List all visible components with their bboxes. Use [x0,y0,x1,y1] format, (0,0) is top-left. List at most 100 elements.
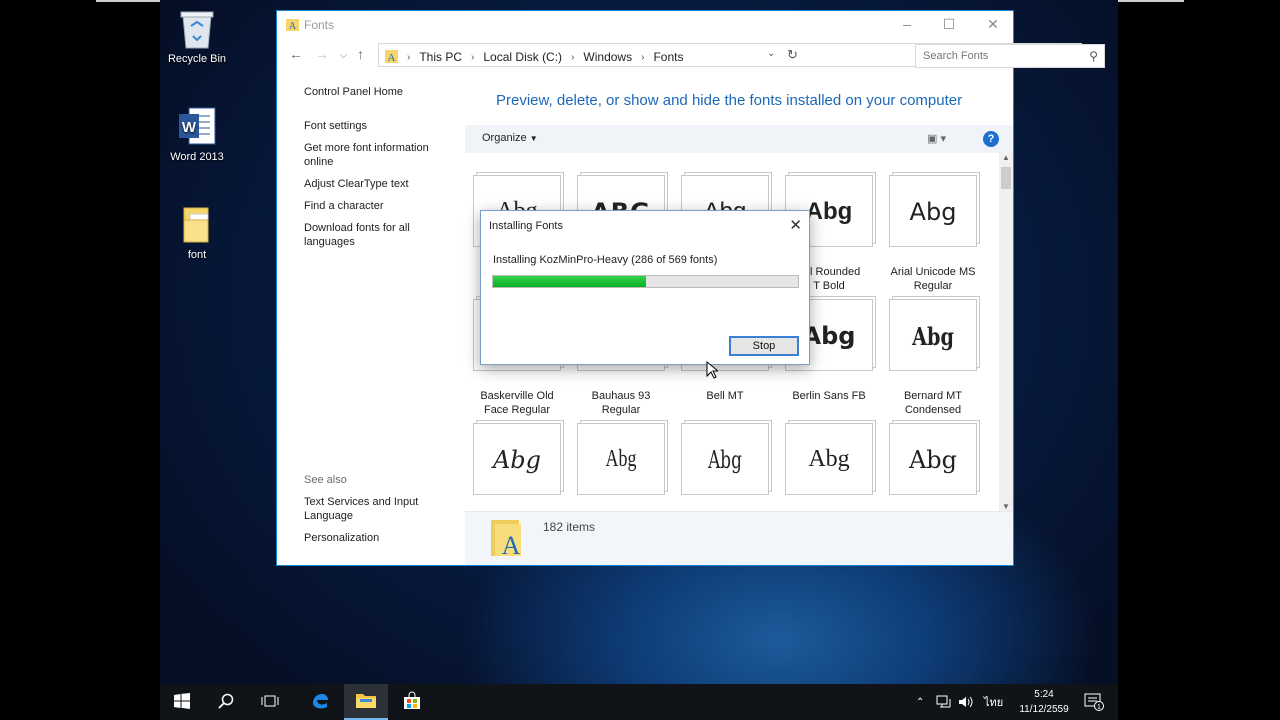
svg-text:A: A [388,52,396,63]
desktop-icon-word[interactable]: W Word 2013 [160,106,235,163]
clock-time: 5:24 [1034,689,1054,700]
forward-icon[interactable]: → [315,46,329,62]
font-tile[interactable]: Abg Arial Unicode MS Regular [881,175,985,293]
font-sample-text: Abg [708,446,742,474]
link-find-character[interactable]: Find a character [304,199,464,213]
svg-text:W: W [182,119,197,136]
link-text-services[interactable]: Text Services and Input Language [304,495,434,523]
font-sample-text: Abg [912,322,954,351]
font-preview-icon: Abg [889,423,977,495]
network-icon[interactable] [936,684,952,720]
edge-taskbar-button[interactable] [298,684,342,720]
recent-locations-icon[interactable]: ⌵ [340,50,347,61]
font-tile[interactable]: AbgBook Antiqua [777,423,881,511]
vertical-scrollbar[interactable]: ▲ ▼ [999,153,1013,511]
command-bar: Organize ▼ ▣ ▾ ? [465,125,1013,153]
show-hidden-icons[interactable]: ⌃ [916,684,924,720]
dialog-close-icon[interactable]: ✕ [789,216,802,234]
maximize-button[interactable]: ☐ [927,11,971,38]
folder-icon [356,692,376,711]
font-preview-icon: Abg [889,299,977,371]
font-sample-text: Abg [605,446,637,472]
desktop-icon-label: Word 2013 [170,151,224,163]
desktop-icon-font-folder[interactable]: font [160,204,235,261]
page-header: Preview, delete, or show and hide the fo… [496,92,963,109]
desktop-icon-recycle-bin[interactable]: Recycle Bin [160,8,235,65]
font-sample-text: Abg [909,198,957,226]
font-name: Bauhaus 93 Regular [591,390,651,416]
font-sample-text: Abg [908,446,958,474]
volume-icon[interactable] [958,684,974,720]
notification-count: 1 [1097,704,1101,711]
input-language[interactable]: ไทย [984,684,1003,720]
minimize-button[interactable]: – [885,11,929,38]
search-taskbar-button[interactable] [204,684,248,720]
refresh-icon[interactable]: ↻ [787,47,798,63]
clock[interactable]: 5:24 11/12/2559 [1012,687,1076,717]
link-get-more-font-info[interactable]: Get more font information online [304,141,444,169]
scroll-thumb[interactable] [1001,167,1011,189]
mouse-cursor-icon [706,360,720,382]
breadcrumb-local-disk[interactable]: Local Disk (C:) [483,50,562,64]
stop-button[interactable]: Stop [729,336,799,356]
link-personalization[interactable]: Personalization [304,531,464,545]
font-preview-icon: Abg [889,175,977,247]
font-preview-icon: Abg [785,423,873,495]
font-tile[interactable]: AbgBookman Old [881,423,985,511]
file-explorer-taskbar-button[interactable] [344,684,388,720]
font-tile[interactable]: AbgBodoni MT [673,423,777,511]
see-also-heading: See also [304,474,347,486]
font-name: Bernard MT Condensed [903,390,963,416]
window-title: Fonts [304,18,335,32]
close-button[interactable]: ✕ [971,11,1015,38]
search-input[interactable]: Search Fonts ⚲ [915,44,1105,68]
breadcrumb-windows[interactable]: Windows [583,50,632,64]
font-preview-icon: Abg [681,423,769,495]
scroll-up-icon[interactable]: ▲ [1002,153,1010,162]
progress-fill [493,276,647,287]
start-button[interactable] [160,684,204,720]
up-icon[interactable]: ↑ [357,46,364,62]
store-taskbar-button[interactable] [390,684,434,720]
clock-date: 11/12/2559 [1019,704,1069,715]
help-icon[interactable]: ? [983,131,999,147]
folder-icon [177,204,217,244]
desktop-icon-label: Recycle Bin [167,53,227,65]
breadcrumb-fonts[interactable]: Fonts [653,50,683,64]
link-adjust-cleartype[interactable]: Adjust ClearType text [304,177,464,191]
chevron-right-icon: › [471,51,475,63]
address-bar[interactable]: A › This PC › Local Disk (C:) › Windows … [378,43,1105,68]
link-font-settings[interactable]: Font settings [304,119,464,133]
recycle-bin-icon [177,8,217,49]
task-view-button[interactable] [248,684,292,720]
breadcrumb-this-pc[interactable]: This PC [419,50,462,64]
link-control-panel-home[interactable]: Control Panel Home [304,85,464,99]
scroll-down-icon[interactable]: ▼ [1002,502,1010,511]
task-view-icon [261,694,279,711]
fonts-folder-large-icon: A [491,518,525,561]
font-tile[interactable]: AbgBodoni MT [569,423,673,511]
status-bar: A 182 items [465,511,1013,565]
search-icon[interactable]: ⚲ [1089,49,1098,63]
action-center-icon[interactable]: 1 [1084,684,1104,720]
title-bar[interactable]: A Fonts – ☐ ✕ [277,11,1013,38]
caret-down-icon: ▼ [529,134,538,143]
link-download-fonts[interactable]: Download fonts for all languages [304,221,434,249]
word-icon: W [177,106,217,146]
font-name: Arial Unicode MS Regular [890,266,976,292]
back-icon[interactable]: ← [289,46,303,62]
search-icon [218,693,234,712]
item-count: 182 items [543,520,596,534]
taskbar: ⌃ ไทย 5:24 11/12/2559 1 [160,684,1118,720]
install-status-message: Installing KozMinPro-Heavy (286 of 569 f… [493,254,718,266]
font-tile[interactable]: AbgBlackadder ITC [465,423,569,511]
fonts-folder-icon: A [286,18,299,32]
font-tile[interactable]: Abg Bernard MT Condensed [881,299,985,417]
address-row: ← → ⌵ ↑ A › This PC › Local Disk (C:) › … [277,43,1105,68]
view-options-icon[interactable]: ▣ ▾ [927,132,946,145]
address-dropdown-icon[interactable]: ⌄ [767,48,775,59]
windows-icon [174,692,190,712]
progress-bar [492,275,799,288]
organize-button[interactable]: Organize ▼ [482,132,538,144]
svg-text:A: A [289,21,297,31]
